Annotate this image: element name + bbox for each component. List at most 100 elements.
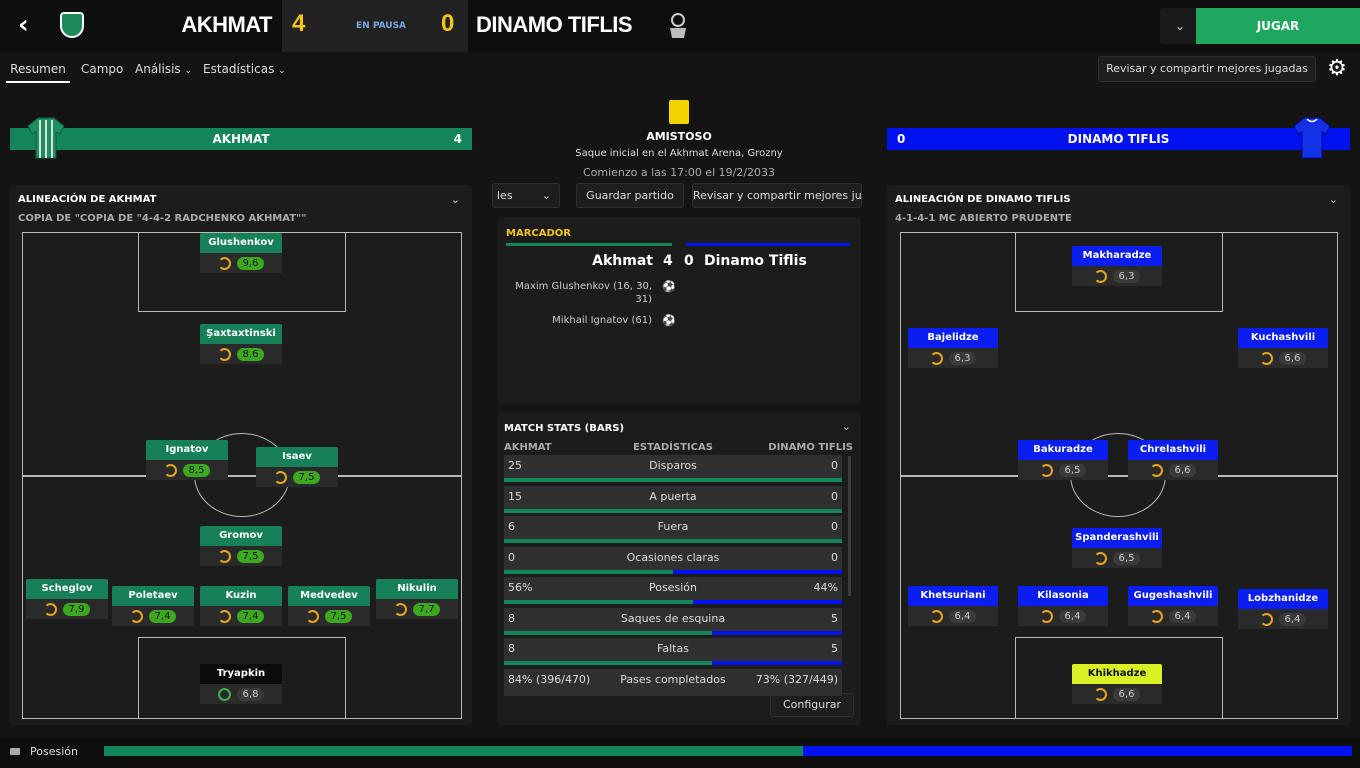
- player-info-row: 6,4: [908, 606, 998, 626]
- player-marker-khikhadze[interactable]: Khikhadze 6,6: [1072, 664, 1162, 704]
- player-marker-khetsuriani[interactable]: Khetsuriani 6,4: [908, 586, 998, 626]
- player-marker-kuzin[interactable]: Kuzin 7,4: [200, 586, 282, 626]
- player-info-row: 6,3: [908, 348, 998, 368]
- player-marker-tryapkin[interactable]: Tryapkin 6,8: [200, 664, 282, 704]
- stat-bar-home: [504, 539, 842, 543]
- possession-icon: [10, 748, 20, 755]
- morale-icon: [929, 351, 943, 365]
- chevron-down-icon: ⌄: [278, 66, 286, 76]
- stat-row-posesion: Posesión 56% 44%: [504, 577, 842, 604]
- player-marker-lobzhanidze[interactable]: Lobzhanidze 6,4: [1238, 589, 1328, 629]
- away-lineup-title: ALINEACIÓN DE DINAMO TIFLIS: [895, 194, 1071, 205]
- player-marker-scheglov[interactable]: Scheglov 7,9: [26, 579, 108, 619]
- player-info-row: 7,5: [256, 467, 338, 487]
- player-marker-bajelidze[interactable]: Bajelidze 6,3: [908, 328, 998, 368]
- morale-icon: [1093, 687, 1107, 701]
- gear-icon[interactable]: ⚙: [1324, 56, 1350, 82]
- player-marker-ignatov[interactable]: Ignatov 8,5: [146, 440, 228, 480]
- scorer-2: Mikhail Ignatov (61): [552, 315, 652, 326]
- player-name: Khetsuriani: [908, 586, 998, 606]
- morale-icon: [1259, 612, 1273, 626]
- review-highlights-button[interactable]: Revisar y compartir mejores jugadas: [1098, 56, 1316, 82]
- player-info-row: 6,5: [1018, 460, 1108, 480]
- back-icon[interactable]: ‹: [18, 12, 29, 38]
- player-marker-glushenkov[interactable]: Glushenkov 9,6: [200, 233, 282, 273]
- possession-footer: Posesión: [0, 738, 1360, 768]
- player-info-row: 7,4: [112, 606, 194, 626]
- stat-home-value: 84% (396/470): [508, 672, 591, 686]
- player-marker-saxtaxtinski[interactable]: Şaxtaxtinski 8,6: [200, 324, 282, 364]
- morale-icon: [1093, 269, 1107, 283]
- player-info-row: 6,8: [200, 684, 282, 704]
- tab-resumen[interactable]: Resumen: [6, 62, 70, 83]
- morale-icon: [393, 602, 407, 616]
- stat-row-pases-completados: Pases completados 84% (396/470) 73% (327/4…: [504, 668, 842, 696]
- player-name: Khikhadze: [1072, 664, 1162, 684]
- player-name: Ignatov: [146, 440, 228, 460]
- home-team-bar-goals: 4: [453, 132, 462, 146]
- tab-campo[interactable]: Campo: [81, 62, 123, 76]
- away-team-name: DINAMO TIFLIS: [476, 12, 633, 37]
- player-info-row: 6,4: [1128, 606, 1218, 626]
- player-name: Nikulin: [376, 579, 458, 599]
- morale-icon: [1093, 551, 1107, 565]
- player-marker-gromov[interactable]: Gromov 7,5: [200, 526, 282, 566]
- player-marker-makharadze[interactable]: Makharadze 6,3: [1072, 246, 1162, 286]
- chevron-down-icon: ⌄: [541, 189, 551, 202]
- chevron-down-icon[interactable]: ⌄: [451, 193, 460, 206]
- scoreboard-title: MARCADOR: [506, 228, 571, 239]
- player-rating: 7,7: [412, 602, 441, 616]
- review-highlights-button-2[interactable]: Revisar y compartir mejores ju: [692, 183, 862, 208]
- player-rating: 7,5: [236, 549, 265, 563]
- player-marker-poletaev[interactable]: Poletaev 7,4: [112, 586, 194, 626]
- match-status: EN PAUSA: [356, 21, 407, 31]
- player-marker-isaev[interactable]: Isaev 7,5: [256, 447, 338, 487]
- stat-home-value: 56%: [508, 581, 533, 594]
- configure-button[interactable]: Configurar: [770, 693, 854, 717]
- player-name: Spanderashvili: [1072, 528, 1162, 548]
- player-rating: 7,4: [148, 609, 177, 623]
- chevron-down-icon[interactable]: ⌄: [1160, 8, 1200, 44]
- scorer-1: Maxim Glushenkov (16, 30, 31): [515, 281, 652, 305]
- player-marker-gugeshashvili[interactable]: Gugeshashvili 6,4: [1128, 586, 1218, 626]
- stat-home-value: 0: [508, 550, 515, 564]
- player-name: Chrelashvili: [1128, 440, 1218, 460]
- player-marker-kilasonia[interactable]: Kilasonia 6,4: [1018, 586, 1108, 626]
- player-name: Kuzin: [200, 586, 282, 606]
- player-marker-nikulin[interactable]: Nikulin 7,7: [376, 579, 458, 619]
- stats-scrollbar[interactable]: [848, 456, 851, 596]
- tab-estadisticas[interactable]: Estadísticas ⌄: [203, 62, 286, 76]
- stat-bar-away: [673, 569, 842, 574]
- stat-bar-home: [504, 630, 712, 635]
- player-rating: 7,4: [236, 609, 265, 623]
- player-marker-kuchashvili[interactable]: Kuchashvili 6,6: [1238, 328, 1328, 368]
- player-rating: 6,6: [1168, 463, 1197, 477]
- home-color-strip: [506, 243, 672, 246]
- player-marker-medvedev[interactable]: Medvedev 7,5: [288, 586, 370, 626]
- tab-analisis[interactable]: Análisis ⌄: [135, 62, 192, 76]
- home-lineup-tactic: COPIA DE "COPIA DE "4-4-2 RADCHENKO AKHM…: [18, 213, 307, 224]
- player-rating: 6,4: [1278, 612, 1307, 626]
- morale-icon: [217, 256, 231, 270]
- save-match-button[interactable]: Guardar partido: [576, 183, 684, 208]
- stat-home-value: 15: [508, 489, 522, 503]
- play-button[interactable]: JUGAR: [1196, 8, 1360, 44]
- player-name: Medvedev: [288, 586, 370, 606]
- stat-away-value: 0: [831, 489, 838, 503]
- partial-dropdown[interactable]: les ⌄: [492, 183, 560, 208]
- player-name: Bakuradze: [1018, 440, 1108, 460]
- stat-bar: [504, 630, 842, 635]
- chevron-down-icon[interactable]: ⌄: [842, 420, 851, 433]
- player-name: Lobzhanidze: [1238, 589, 1328, 609]
- chevron-down-icon[interactable]: ⌄: [1329, 193, 1338, 206]
- player-marker-chrelashvili[interactable]: Chrelashvili 6,6: [1128, 440, 1218, 480]
- player-marker-bakuradze[interactable]: Bakuradze 6,5: [1018, 440, 1108, 480]
- stat-label: Fuera: [657, 520, 689, 533]
- stat-bar-away: [711, 630, 842, 635]
- player-marker-spanderashvili[interactable]: Spanderashvili 6,5: [1072, 528, 1162, 568]
- stat-row-saques-de-esquina: Saques de esquina 8 5: [504, 607, 842, 635]
- stat-bar-away: [693, 600, 842, 604]
- morale-icon: [929, 609, 943, 623]
- player-info-row: 6,3: [1072, 266, 1162, 286]
- player-info-row: 8,5: [146, 460, 228, 480]
